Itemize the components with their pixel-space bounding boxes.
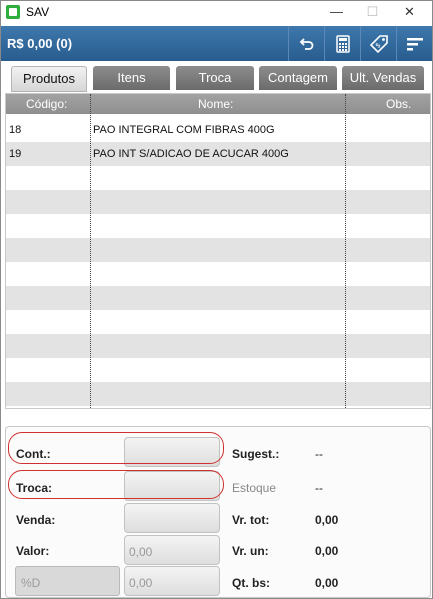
calculator-button[interactable] — [324, 26, 360, 61]
order-total: R$ 0,00 (0) — [7, 36, 73, 51]
empty-row — [6, 310, 430, 334]
empty-row — [6, 286, 430, 310]
empty-row — [6, 190, 430, 214]
empty-row — [6, 214, 430, 238]
vr-un-value: 0,00 — [315, 544, 339, 558]
tab-produtos[interactable]: Produtos — [11, 66, 87, 92]
venda-input[interactable] — [124, 503, 220, 533]
minimize-button[interactable]: — — [318, 1, 355, 23]
cell-nome: PAO INT S/ADICAO DE ACUCAR 400G — [93, 148, 289, 160]
cell-codigo: 19 — [9, 148, 22, 160]
column-divider — [345, 94, 346, 408]
calculator-icon — [335, 34, 350, 53]
tab-ult-vendas[interactable]: Ult. Vendas — [342, 66, 424, 90]
price-tag-icon: $ — [369, 34, 388, 53]
empty-row — [6, 358, 430, 382]
venda-label: Venda: — [16, 513, 56, 527]
vr-un-label: Vr. un: — [232, 544, 269, 558]
tab-contagem[interactable]: Contagem — [259, 66, 337, 90]
grid-header: Código: Nome: Obs. — [6, 94, 430, 114]
title-bar: SAV — ☐ ✕ — [1, 1, 432, 23]
close-button[interactable]: ✕ — [391, 1, 428, 23]
cell-nome: PAO INTEGRAL COM FIBRAS 400G — [93, 124, 275, 136]
column-divider — [90, 94, 91, 408]
toolbar: R$ 0,00 (0) $ — [1, 26, 432, 61]
estoque-label: Estoque — [232, 481, 277, 495]
empty-row — [6, 334, 430, 358]
product-grid[interactable]: Código: Nome: Obs. 18 PAO INTEGRAL COM F… — [5, 93, 431, 409]
column-header-codigo[interactable]: Código: — [26, 97, 67, 111]
empty-row — [6, 382, 430, 406]
qt-bs-value: 0,00 — [315, 576, 339, 590]
entry-form: Cont.: Troca: Venda: Valor: 0,00 %D 0,00… — [5, 426, 431, 598]
sort-button[interactable] — [396, 26, 432, 61]
app-window: SAV — ☐ ✕ R$ 0,00 (0) $ Produtos Itens T… — [0, 0, 433, 599]
discount-value-input[interactable]: 0,00 — [124, 566, 220, 596]
tab-itens[interactable]: Itens — [93, 66, 170, 90]
price-tag-button[interactable]: $ — [360, 26, 396, 61]
tab-troca[interactable]: Troca — [176, 66, 254, 90]
column-header-nome[interactable]: Nome: — [198, 97, 233, 111]
table-row[interactable]: 18 PAO INTEGRAL COM FIBRAS 400G — [6, 118, 430, 142]
qt-bs-label: Qt. bs: — [232, 576, 270, 590]
maximize-button[interactable]: ☐ — [354, 1, 391, 23]
sugest-value: -- — [315, 447, 323, 461]
vr-tot-label: Vr. tot: — [232, 513, 270, 527]
empty-row — [6, 166, 430, 190]
discount-percent-input[interactable]: %D — [15, 566, 120, 596]
valor-label: Valor: — [16, 544, 50, 558]
empty-row — [6, 262, 430, 286]
tab-bar: Produtos Itens Troca Contagem Ult. Venda… — [1, 63, 432, 93]
undo-button[interactable] — [288, 26, 324, 61]
table-row[interactable]: 19 PAO INT S/ADICAO DE ACUCAR 400G — [6, 142, 430, 166]
app-icon — [6, 5, 20, 19]
troca-highlight — [8, 470, 224, 499]
window-title: SAV — [26, 5, 50, 19]
vr-tot-value: 0,00 — [315, 513, 339, 527]
undo-icon — [299, 37, 313, 50]
cell-codigo: 18 — [9, 124, 22, 136]
cont-highlight — [8, 432, 224, 464]
sugest-label: Sugest.: — [232, 447, 280, 461]
sort-icon — [406, 37, 423, 50]
valor-input[interactable]: 0,00 — [124, 535, 220, 565]
column-header-obs[interactable]: Obs. — [386, 97, 411, 111]
empty-row — [6, 238, 430, 262]
estoque-value: -- — [315, 481, 323, 495]
